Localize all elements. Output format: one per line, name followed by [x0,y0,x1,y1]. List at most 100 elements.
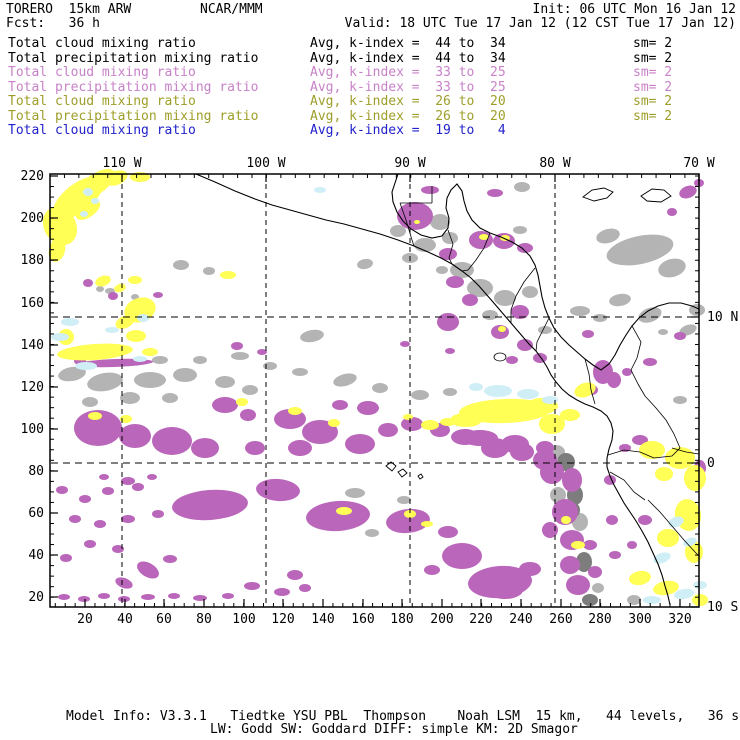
lake-outline [493,352,507,362]
latitude-label: 0 [707,456,715,471]
cloud-blob-Y [574,382,596,398]
grid-x-label: 40 [117,612,133,627]
cloud-blob-G [162,393,178,403]
cloud-blob-G [592,583,604,593]
cloud-blob-C [61,318,79,326]
cloud-blob-P [401,417,423,431]
cloud-blob-Y [236,398,248,406]
cloud-blob-P [643,358,657,366]
cloud-blob-P [588,566,602,578]
grid-x-label: 180 [390,612,413,627]
cloud-blob-P [400,341,410,347]
cloud-blob-P [152,510,164,518]
model-info-line2: LW: Godd SW: Goddard DIFF: simple KM: 2D… [210,722,578,737]
cloud-blob-P [566,575,590,595]
cloud-blob-G [120,392,140,404]
cloud-blob-P [119,424,151,448]
cloud-blob-P [506,356,518,364]
cloud-blob-P [345,434,375,454]
cloud-blob-P [519,562,541,576]
grid-x-label: 60 [156,612,172,627]
cloud-blob-P [622,368,632,376]
cloud-blob-G [411,390,429,400]
cloud-blob-P [288,440,312,456]
cloud-blob-P [421,186,439,194]
cloud-blob-Y [414,220,420,224]
grid-y-label: 120 [21,380,44,395]
cloud-blob-Y [657,529,679,547]
cloud-blob-C [137,314,149,322]
grid-x-label: 20 [77,612,93,627]
cloud-blob-G [658,329,668,335]
cloud-blob-G [482,310,498,320]
cloud-blob-G [538,326,552,334]
cloud-blob-G [436,266,448,274]
cloud-blob-G [215,376,235,388]
cloud-blob-P [102,487,114,495]
cloud-blob-P [240,409,256,421]
cloud-blob-P [99,474,109,480]
cloud-blob-P [446,276,464,288]
cloud-blob-C [75,362,97,370]
cloud-blob-P [58,594,70,600]
cloud-blob-G [658,258,686,278]
cloud-blob-P [108,292,118,300]
longitude-label: 90 W [394,156,425,171]
cloud-blob-P [141,594,155,600]
cloud-blob-G [263,362,277,370]
cloud-blob-P [193,595,207,601]
cloud-blob-P [83,279,93,287]
grid-y-label: 20 [28,590,44,605]
cloud-blob-P [94,520,106,528]
cloud-blob-P [442,543,482,569]
cloud-blob-P [191,438,219,458]
cloud-blob-P [78,596,90,602]
cloud-blob-Y [95,275,111,287]
cloud-blob-G [570,306,590,316]
country-border [630,325,646,397]
cloud-blob-Y [128,276,142,284]
cloud-blob-P [132,483,144,491]
cloud-blob-Y [684,465,706,491]
cloud-blob-P [121,515,135,523]
cloud-blob-G [333,373,357,387]
map-svg: 110 W 100 W 90 W 80 W 70 W 20 40 60 80 100 120 140 1… [21,156,739,627]
cloud-blob-G [292,368,308,376]
cloud-blob-C [484,385,512,397]
grid-x-label: 220 [469,612,492,627]
cloud-blob-G [593,314,607,322]
cloud-blob-G [673,396,687,404]
cloud-blob-P [487,189,503,197]
cloud-blob-P [501,435,529,453]
cloud-blob-P [152,427,192,455]
cloud-blob-C [542,396,558,404]
cloud-blob-Y [421,521,433,527]
cloud-blob-G [372,383,388,393]
island-outline [582,187,614,202]
grid-y-label: 40 [28,548,44,563]
cloud-blob-P [153,292,163,298]
cloud-blob-C [517,389,539,399]
cloud-blob-P [222,593,234,599]
longitude-label: 70 W [683,156,714,171]
cloud-blob-P [378,423,398,437]
cloud-blob-Y [498,326,506,332]
cloud-blob-Y [692,594,708,606]
cloud-blob-P [299,584,311,592]
cloud-blob-P [357,401,379,415]
cloud-blob-P [462,430,498,446]
grid-x-label: 240 [509,612,532,627]
cloud-blob-P [606,515,618,525]
cloud-blob-G [152,356,168,364]
cloud-blob-G [134,372,166,388]
country-border [535,317,550,352]
grid-y-label: 60 [28,506,44,521]
cloud-blob-G [494,290,516,306]
cloud-blob-C [314,187,326,193]
grid-y-label: 80 [28,464,44,479]
cloud-blob-Y [288,407,302,415]
grid-x-label: 260 [549,612,572,627]
cloud-blob-G [522,286,538,298]
cloud-blob-C [133,356,147,362]
cloud-blob-P [168,593,180,599]
